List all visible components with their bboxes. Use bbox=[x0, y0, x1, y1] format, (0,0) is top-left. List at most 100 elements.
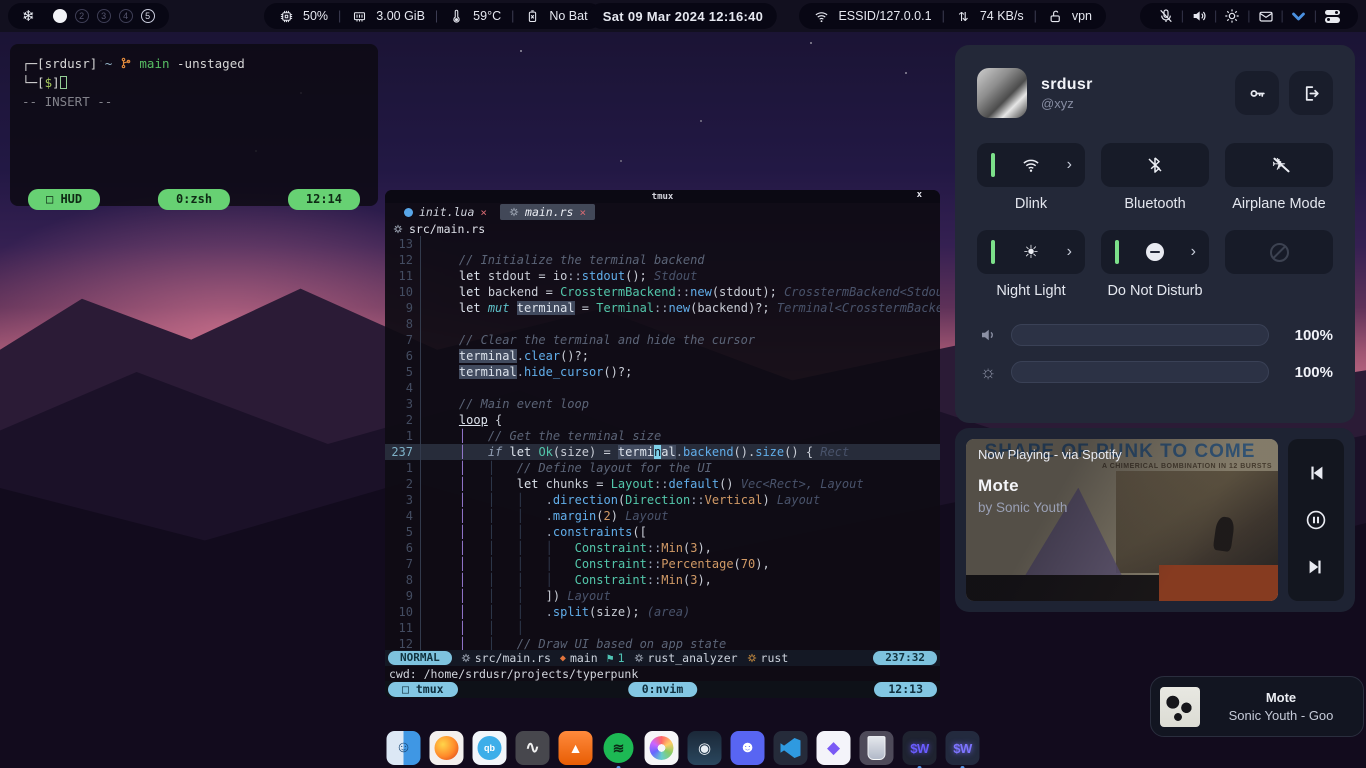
vlc-cone-icon: ▲ bbox=[569, 740, 583, 756]
dock-sw-blue[interactable]: $W bbox=[946, 731, 980, 765]
clock-pill[interactable]: Sat 09 Mar 2024 12:16:40 bbox=[589, 3, 777, 29]
workspace-2[interactable]: 2 bbox=[75, 9, 89, 23]
dock-vlc[interactable]: ▲ bbox=[559, 731, 593, 765]
code-line[interactable]: 11 let stdout = io::stdout(); Stdout bbox=[385, 268, 940, 284]
code-line[interactable]: 13 bbox=[385, 236, 940, 252]
dock-obsidian[interactable]: ◆ bbox=[817, 731, 851, 765]
code-line[interactable]: 12 // Initialize the terminal backend bbox=[385, 252, 940, 268]
toggle-button-wifi[interactable]: › bbox=[977, 143, 1085, 187]
statusline-file: src/main.rs bbox=[461, 651, 551, 665]
code-line[interactable]: 8 bbox=[385, 316, 940, 332]
tmux-session-pill[interactable]: □ tmux bbox=[388, 682, 458, 697]
dock-sw-purple[interactable]: $W bbox=[903, 731, 937, 765]
switches-icon[interactable] bbox=[1320, 10, 1344, 23]
code-line[interactable]: 10 let backend = CrosstermBackend::new(s… bbox=[385, 284, 940, 300]
hud-session-pill[interactable]: □ HUD bbox=[28, 189, 100, 210]
code-line[interactable]: 8 │ │ │ │ Constraint::Min(3), bbox=[385, 572, 940, 588]
dock-qbittorrent[interactable]: qb bbox=[473, 731, 507, 765]
tmux-window-pill[interactable]: 0:nvim bbox=[628, 682, 698, 697]
workspace-5[interactable]: 5 bbox=[141, 9, 155, 23]
toggle-button-sun[interactable]: ☀› bbox=[977, 230, 1085, 274]
rust-icon bbox=[509, 207, 519, 217]
sliders-section: 100%☼100% bbox=[977, 323, 1333, 384]
previous-track-button[interactable] bbox=[1302, 459, 1330, 487]
vpn-lock-icon bbox=[1047, 8, 1064, 25]
code-editor-area[interactable]: 1312 // Initialize the terminal backend1… bbox=[385, 236, 940, 650]
code-line[interactable]: 9 │ │ │ ]) Layout bbox=[385, 588, 940, 604]
toggle-button-airplane-off[interactable]: ✈ bbox=[1225, 143, 1333, 187]
dock-discord[interactable]: ☻ bbox=[731, 731, 765, 765]
tab-close-button[interactable]: × bbox=[579, 206, 586, 219]
media-notification[interactable]: Mote Sonic Youth - Goo bbox=[1150, 676, 1364, 737]
speaker-slider[interactable] bbox=[1011, 324, 1269, 346]
toggle-button-minus-circle[interactable]: › bbox=[1101, 230, 1209, 274]
window-titlebar[interactable]: tmux x bbox=[385, 190, 940, 203]
next-track-button[interactable] bbox=[1302, 553, 1330, 581]
code-line[interactable]: 7 │ │ │ │ Constraint::Percentage(70), bbox=[385, 556, 940, 572]
code-line[interactable]: 4 │ │ │ .margin(2) Layout bbox=[385, 508, 940, 524]
chevron-down-icon[interactable] bbox=[1287, 8, 1311, 25]
code-line[interactable]: 3 │ │ │ .direction(Direction::Vertical) … bbox=[385, 492, 940, 508]
code-line[interactable]: 7 // Clear the terminal and hide the cur… bbox=[385, 332, 940, 348]
code-line[interactable]: 2 │ │ let chunks = Layout::default() Vec… bbox=[385, 476, 940, 492]
code-line[interactable]: 5 │ │ │ .constraints([ bbox=[385, 524, 940, 540]
network-pill: ESSID/127.0.0.1 | ⇅ 74 KB/s | vpn bbox=[799, 3, 1106, 29]
workspace-4[interactable]: 4 bbox=[119, 9, 133, 23]
terminal-window[interactable]: ┌─[srdusr] ~ main -unstaged└─[$] -- INSE… bbox=[10, 44, 378, 206]
code-line[interactable]: 3 // Main event loop bbox=[385, 396, 940, 412]
chevron-right-icon[interactable]: › bbox=[1067, 157, 1072, 173]
pause-button[interactable] bbox=[1302, 506, 1330, 534]
editor-window[interactable]: tmux x init.lua×main.rs× src/main.rs 131… bbox=[385, 190, 940, 698]
code-line[interactable]: 2 loop { bbox=[385, 412, 940, 428]
workspace-1[interactable] bbox=[53, 9, 67, 23]
workspace-3[interactable]: 3 bbox=[97, 9, 111, 23]
steam-icon: ◉ bbox=[698, 739, 711, 757]
dock-photos[interactable] bbox=[645, 731, 679, 765]
dock-spotify[interactable]: ≋ bbox=[602, 731, 636, 765]
tab-close-button[interactable]: × bbox=[480, 206, 487, 219]
dock-finder[interactable]: ☺ bbox=[387, 731, 421, 765]
code-line[interactable]: 10 │ │ │ .split(size); (area) bbox=[385, 604, 940, 620]
dock-trash[interactable] bbox=[860, 731, 894, 765]
volume-icon[interactable] bbox=[1187, 8, 1211, 24]
line-number: 1 bbox=[385, 428, 421, 444]
zsh-window-pill[interactable]: 0:zsh bbox=[158, 189, 230, 210]
wifi-icon bbox=[813, 8, 830, 25]
dock-firefox[interactable] bbox=[430, 731, 464, 765]
dock-swirl[interactable]: ∿ bbox=[516, 731, 550, 765]
tab-init.lua[interactable]: init.lua× bbox=[395, 204, 496, 220]
toggle-button-prohibited[interactable] bbox=[1225, 230, 1333, 274]
mic-muted-icon[interactable] bbox=[1154, 8, 1178, 24]
code-line[interactable]: 4 bbox=[385, 380, 940, 396]
code-line[interactable]: 9 let mut terminal = Terminal::new(backe… bbox=[385, 300, 940, 316]
toggle-button-bluetooth-off[interactable] bbox=[1101, 143, 1209, 187]
terminal-clock-pill: 12:14 bbox=[288, 189, 360, 210]
chevron-right-icon[interactable]: › bbox=[1067, 244, 1072, 260]
dock-vscode[interactable] bbox=[774, 731, 808, 765]
airplane-off-icon: ✈ bbox=[1269, 155, 1289, 175]
code-line[interactable]: 1 │ │ // Define layout for the UI bbox=[385, 460, 940, 476]
line-number: 5 bbox=[385, 524, 421, 540]
code-line[interactable]: 11 │ │ │ bbox=[385, 620, 940, 636]
separator: | bbox=[1278, 9, 1287, 23]
lock-keys-button[interactable] bbox=[1235, 71, 1279, 115]
chevron-right-icon[interactable]: › bbox=[1191, 244, 1196, 260]
code-line[interactable]: 12 │ │ // Draw UI based on app state bbox=[385, 636, 940, 650]
code-line[interactable]: 6 terminal.clear()?; bbox=[385, 348, 940, 364]
mail-icon[interactable] bbox=[1254, 8, 1278, 24]
sun-icon: ☀ bbox=[1021, 242, 1041, 262]
now-playing-header: Now Playing - via Spotify bbox=[978, 447, 1122, 462]
tab-main.rs[interactable]: main.rs× bbox=[500, 204, 595, 220]
code-line[interactable]: 1 │ // Get the terminal size bbox=[385, 428, 940, 444]
code-line[interactable]: 5 terminal.hide_cursor()?; bbox=[385, 364, 940, 380]
code-line[interactable]: 6 │ │ │ │ Constraint::Min(3), bbox=[385, 540, 940, 556]
dock-steam[interactable]: ◉ bbox=[688, 731, 722, 765]
thermometer-icon bbox=[448, 8, 465, 25]
terminal-line: ┌─[srdusr] ~ main -unstaged bbox=[22, 54, 366, 73]
brightness-slider[interactable] bbox=[1011, 361, 1269, 383]
code-line-current[interactable]: 237 │ if let Ok(size) = terminal.backend… bbox=[385, 444, 940, 460]
settings-gear-icon[interactable] bbox=[1220, 8, 1244, 24]
window-close-button[interactable]: x bbox=[917, 190, 922, 200]
workspace-pill: ❄ 2345 bbox=[8, 3, 169, 29]
logout-button[interactable] bbox=[1289, 71, 1333, 115]
